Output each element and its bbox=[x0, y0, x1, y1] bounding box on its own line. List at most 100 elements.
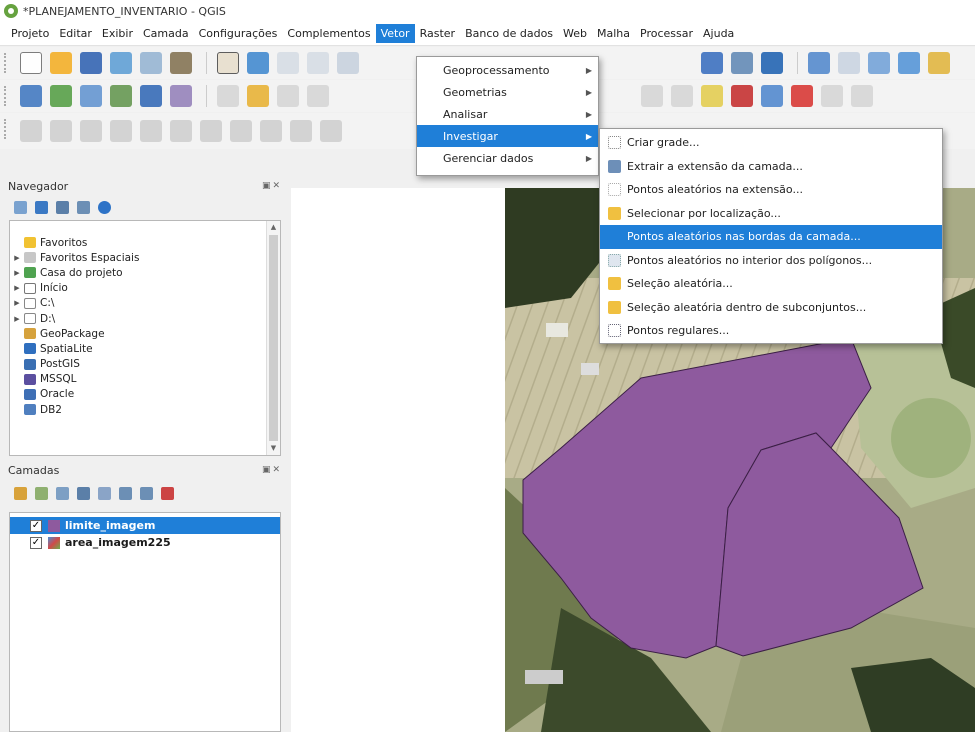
undo-icon[interactable] bbox=[641, 85, 663, 107]
browser-item-mssql[interactable]: MSSQL bbox=[12, 372, 280, 387]
delete-ring-icon[interactable] bbox=[260, 120, 282, 142]
new-project-icon[interactable] bbox=[20, 52, 42, 74]
filter-expression-icon[interactable] bbox=[98, 486, 111, 500]
menu-vetor[interactable]: Vetor bbox=[375, 24, 415, 43]
submenu-extrair-extensao[interactable]: Extrair a extensão da camada... bbox=[600, 155, 942, 179]
label-pin-icon[interactable] bbox=[731, 85, 753, 107]
new-print-layout-icon[interactable] bbox=[110, 52, 132, 74]
layer-visibility-checkbox[interactable]: ✓ bbox=[30, 536, 42, 549]
expand-arrow-icon[interactable]: ▶ bbox=[12, 299, 22, 307]
vector-menu-geometrias[interactable]: Geometrias ▶ bbox=[417, 81, 598, 103]
reshape-icon[interactable] bbox=[290, 120, 312, 142]
panel-float-close-icon[interactable]: ▣✕ bbox=[262, 181, 282, 191]
browser-item-d-drive[interactable]: ▶ D:\ bbox=[12, 311, 280, 326]
menu-complementos[interactable]: Complementos bbox=[282, 24, 375, 43]
vector-menu-analisar[interactable]: Analisar ▶ bbox=[417, 103, 598, 125]
browser-item-favoritos-espaciais[interactable]: ▶ Favoritos Espaciais bbox=[12, 250, 280, 265]
expand-arrow-icon[interactable]: ▶ bbox=[12, 315, 22, 323]
pan-to-selection-icon[interactable] bbox=[247, 52, 269, 74]
menu-raster[interactable]: Raster bbox=[415, 24, 460, 43]
offset-curve-icon[interactable] bbox=[320, 120, 342, 142]
save-project-icon[interactable] bbox=[80, 52, 102, 74]
browser-item-casa-do-projeto[interactable]: ▶ Casa do projeto bbox=[12, 265, 280, 280]
simplify-icon[interactable] bbox=[140, 120, 162, 142]
menu-malha[interactable]: Malha bbox=[592, 24, 635, 43]
submenu-criar-grade[interactable]: Criar grade... bbox=[600, 131, 942, 155]
layout-manager-icon[interactable] bbox=[140, 52, 162, 74]
open-project-icon[interactable] bbox=[50, 52, 72, 74]
toolbar-grip[interactable] bbox=[4, 53, 10, 73]
browser-item-favoritos[interactable]: Favoritos bbox=[12, 235, 280, 250]
submenu-selecao-aleatoria[interactable]: Seleção aleatória... bbox=[600, 272, 942, 296]
menu-banco-de-dados[interactable]: Banco de dados bbox=[460, 24, 558, 43]
submenu-pontos-aleatorios-extensao[interactable]: Pontos aleatórios na extensão... bbox=[600, 178, 942, 202]
rotate-feature-icon[interactable] bbox=[110, 120, 132, 142]
zoom-full-icon[interactable] bbox=[337, 52, 359, 74]
browser-item-inicio[interactable]: ▶ Início bbox=[12, 281, 280, 296]
toolbar-grip[interactable] bbox=[4, 86, 10, 106]
collapse-all-icon[interactable] bbox=[77, 200, 90, 214]
label-tool-icon[interactable] bbox=[701, 85, 723, 107]
collapse-all-icon[interactable] bbox=[140, 486, 153, 500]
submenu-pontos-regulares[interactable]: Pontos regulares... bbox=[600, 319, 942, 343]
add-wms-icon[interactable] bbox=[170, 85, 192, 107]
browser-item-spatialite[interactable]: SpatiaLite bbox=[12, 341, 280, 356]
scroll-down-icon[interactable]: ▼ bbox=[267, 442, 280, 455]
label-change-icon[interactable] bbox=[851, 85, 873, 107]
menu-configuracoes[interactable]: Configurações bbox=[194, 24, 283, 43]
add-feature-icon[interactable] bbox=[307, 85, 329, 107]
filter-icon[interactable] bbox=[56, 200, 69, 214]
add-vector-layer-icon[interactable] bbox=[50, 85, 72, 107]
panel-float-close-icon[interactable]: ▣✕ bbox=[262, 465, 282, 475]
label-show-icon[interactable] bbox=[761, 85, 783, 107]
add-selected-layers-icon[interactable] bbox=[14, 200, 27, 214]
save-edits-icon[interactable] bbox=[277, 85, 299, 107]
menu-web[interactable]: Web bbox=[558, 24, 592, 43]
add-postgis-icon[interactable] bbox=[140, 85, 162, 107]
menu-processar[interactable]: Processar bbox=[635, 24, 698, 43]
current-edits-icon[interactable] bbox=[247, 85, 269, 107]
browser-item-db2[interactable]: DB2 bbox=[12, 402, 280, 417]
add-ring-icon[interactable] bbox=[170, 120, 192, 142]
add-group-icon[interactable] bbox=[35, 486, 48, 500]
menu-camada[interactable]: Camada bbox=[138, 24, 194, 43]
add-raster-layer-icon[interactable] bbox=[110, 85, 132, 107]
submenu-selecionar-por-localizacao[interactable]: Selecionar por localização... bbox=[600, 202, 942, 226]
submenu-pontos-aleatorios-poligonos[interactable]: Pontos aleatórios no interior dos polígo… bbox=[600, 249, 942, 273]
toolbar-grip[interactable] bbox=[4, 119, 10, 139]
zoom-native-icon[interactable] bbox=[731, 52, 753, 74]
deselect-icon[interactable] bbox=[898, 52, 920, 74]
browser-item-oracle[interactable]: Oracle bbox=[12, 387, 280, 402]
menu-projeto[interactable]: Projeto bbox=[6, 24, 54, 43]
filter-legend-icon[interactable] bbox=[77, 486, 90, 500]
submenu-pontos-aleatorios-bordas[interactable]: Pontos aleatórios nas bordas da camada..… bbox=[600, 225, 942, 249]
expand-arrow-icon[interactable]: ▶ bbox=[12, 284, 22, 292]
vector-menu-investigar[interactable]: Investigar ▶ bbox=[417, 125, 598, 147]
refresh-icon[interactable] bbox=[761, 52, 783, 74]
select-by-value-icon[interactable] bbox=[868, 52, 890, 74]
move-feature-icon[interactable] bbox=[80, 120, 102, 142]
vertex-tool-icon[interactable] bbox=[50, 120, 72, 142]
vector-menu-geoprocessamento[interactable]: Geoprocessamento ▶ bbox=[417, 59, 598, 81]
fill-ring-icon[interactable] bbox=[230, 120, 252, 142]
add-part-icon[interactable] bbox=[200, 120, 222, 142]
redo-icon[interactable] bbox=[671, 85, 693, 107]
manage-map-themes-icon[interactable] bbox=[56, 486, 69, 500]
menu-exibir[interactable]: Exibir bbox=[97, 24, 138, 43]
layer-row-area-imagem225[interactable]: ✓ area_imagem225 bbox=[10, 534, 280, 551]
menu-editar[interactable]: Editar bbox=[54, 24, 97, 43]
toggle-editing-icon[interactable] bbox=[217, 85, 239, 107]
menu-ajuda[interactable]: Ajuda bbox=[698, 24, 739, 43]
browser-item-geopackage[interactable]: GeoPackage bbox=[12, 326, 280, 341]
label-rotate-icon[interactable] bbox=[821, 85, 843, 107]
pan-icon[interactable] bbox=[217, 52, 239, 74]
browser-scrollbar[interactable]: ▲ ▼ bbox=[266, 221, 280, 455]
identify-icon[interactable] bbox=[808, 52, 830, 74]
zoom-in-icon[interactable] bbox=[277, 52, 299, 74]
layer-row-limite-imagem[interactable]: ✓ limite_imagem bbox=[10, 517, 280, 534]
measure-icon[interactable] bbox=[928, 52, 950, 74]
zoom-to-layer-icon[interactable] bbox=[701, 52, 723, 74]
expand-arrow-icon[interactable]: ▶ bbox=[12, 254, 22, 262]
browser-item-c-drive[interactable]: ▶ C:\ bbox=[12, 296, 280, 311]
expand-all-icon[interactable] bbox=[119, 486, 132, 500]
